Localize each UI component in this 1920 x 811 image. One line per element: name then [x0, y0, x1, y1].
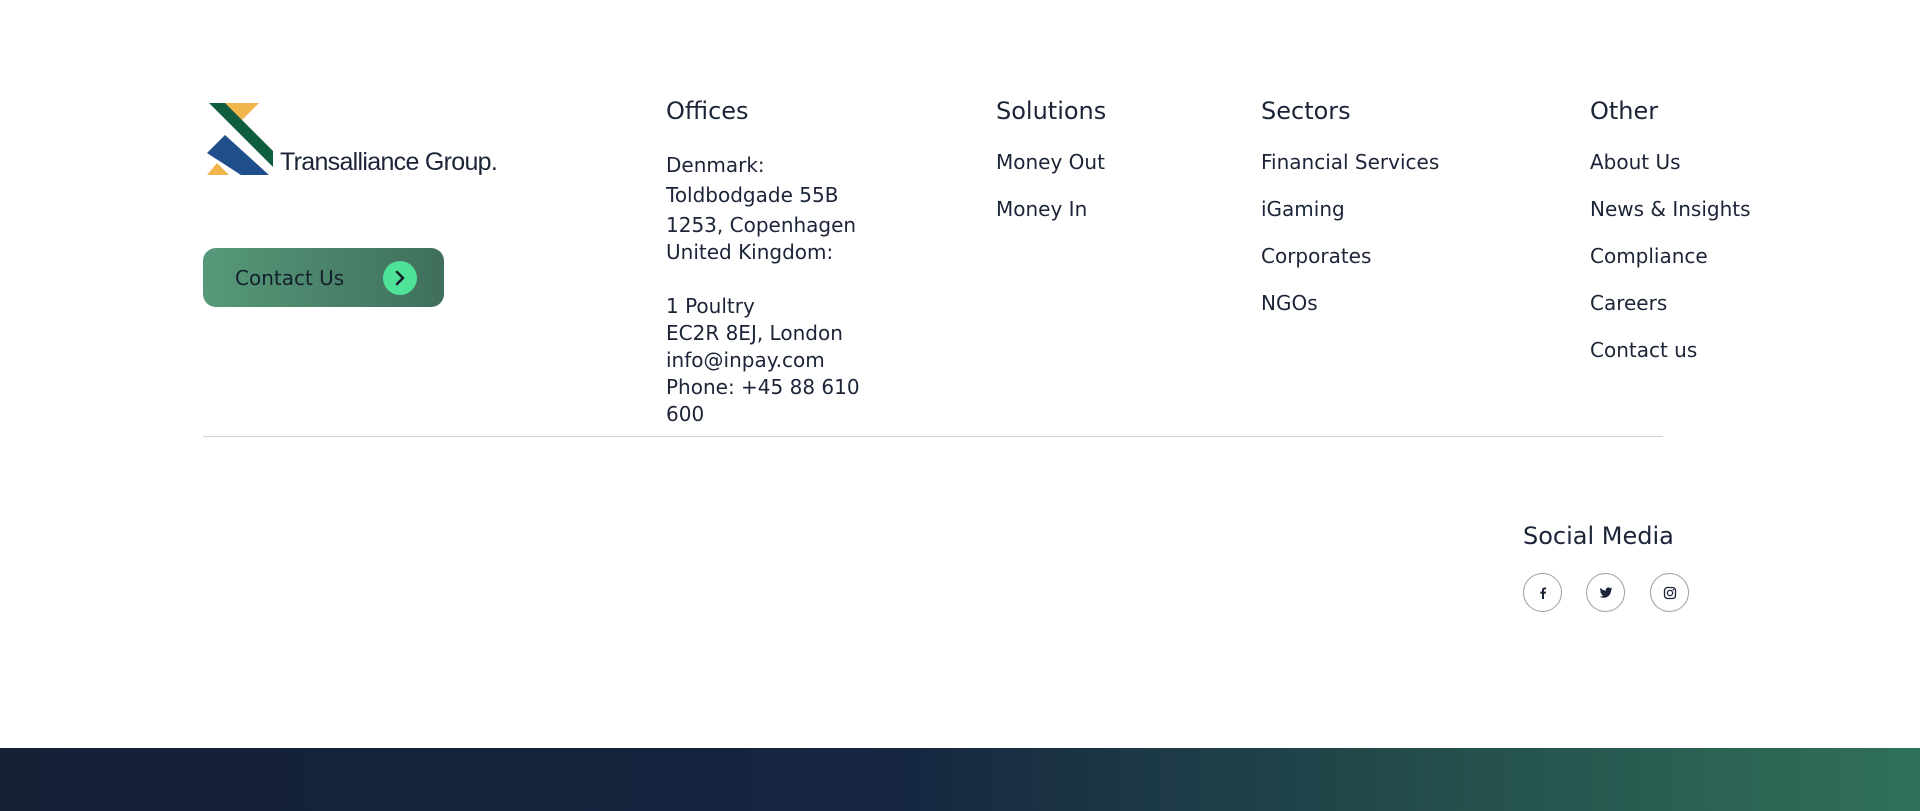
social-media-heading: Social Media: [1523, 522, 1674, 550]
logo-mark-icon: [207, 103, 273, 175]
link-money-out[interactable]: Money Out: [996, 150, 1105, 174]
offices-address: Denmark: Toldbodgade 55B 1253, Copenhage…: [666, 152, 860, 428]
office-line: 1 Poultry: [666, 294, 755, 318]
chevron-right-icon: [383, 260, 417, 295]
office-phone: Phone: +45 88 610: [666, 375, 860, 399]
brand-logo[interactable]: Transalliance Group.: [205, 103, 505, 179]
link-contact-us[interactable]: Contact us: [1590, 338, 1697, 362]
link-financial-services[interactable]: Financial Services: [1261, 150, 1439, 174]
link-compliance[interactable]: Compliance: [1590, 244, 1708, 268]
link-careers[interactable]: Careers: [1590, 291, 1667, 315]
footer-bottom-band: [0, 748, 1920, 811]
office-phone-cont: 600: [666, 402, 705, 426]
brand-name: Transalliance Group.: [280, 148, 498, 176]
office-line: United Kingdom:: [666, 240, 834, 264]
instagram-button[interactable]: [1650, 573, 1689, 612]
office-line: Toldbodgade 55B: [666, 183, 839, 207]
link-money-in[interactable]: Money In: [996, 197, 1087, 221]
link-about-us[interactable]: About Us: [1590, 150, 1681, 174]
office-line-spacer: [666, 266, 860, 293]
contact-us-button-label: Contact Us: [235, 265, 345, 290]
link-corporates[interactable]: Corporates: [1261, 244, 1371, 268]
facebook-icon: [1539, 587, 1546, 599]
office-line: 1253, Copenhagen: [666, 213, 857, 237]
footer-divider: [203, 436, 1663, 437]
sectors-heading: Sectors: [1261, 97, 1351, 125]
offices-heading: Offices: [666, 97, 749, 125]
other-heading: Other: [1590, 97, 1659, 125]
office-email[interactable]: info@inpay.com: [666, 347, 860, 374]
twitter-icon: [1599, 586, 1612, 598]
contact-us-button[interactable]: Contact Us: [203, 248, 444, 307]
link-ngos[interactable]: NGOs: [1261, 291, 1318, 315]
office-line: EC2R 8EJ, London: [666, 321, 843, 345]
facebook-button[interactable]: [1523, 573, 1562, 612]
link-igaming[interactable]: iGaming: [1261, 197, 1345, 221]
link-news-insights[interactable]: News & Insights: [1590, 197, 1751, 221]
twitter-button[interactable]: [1586, 573, 1625, 612]
solutions-heading: Solutions: [996, 97, 1107, 125]
office-line: Denmark:: [666, 153, 765, 177]
instagram-icon: [1663, 586, 1676, 599]
